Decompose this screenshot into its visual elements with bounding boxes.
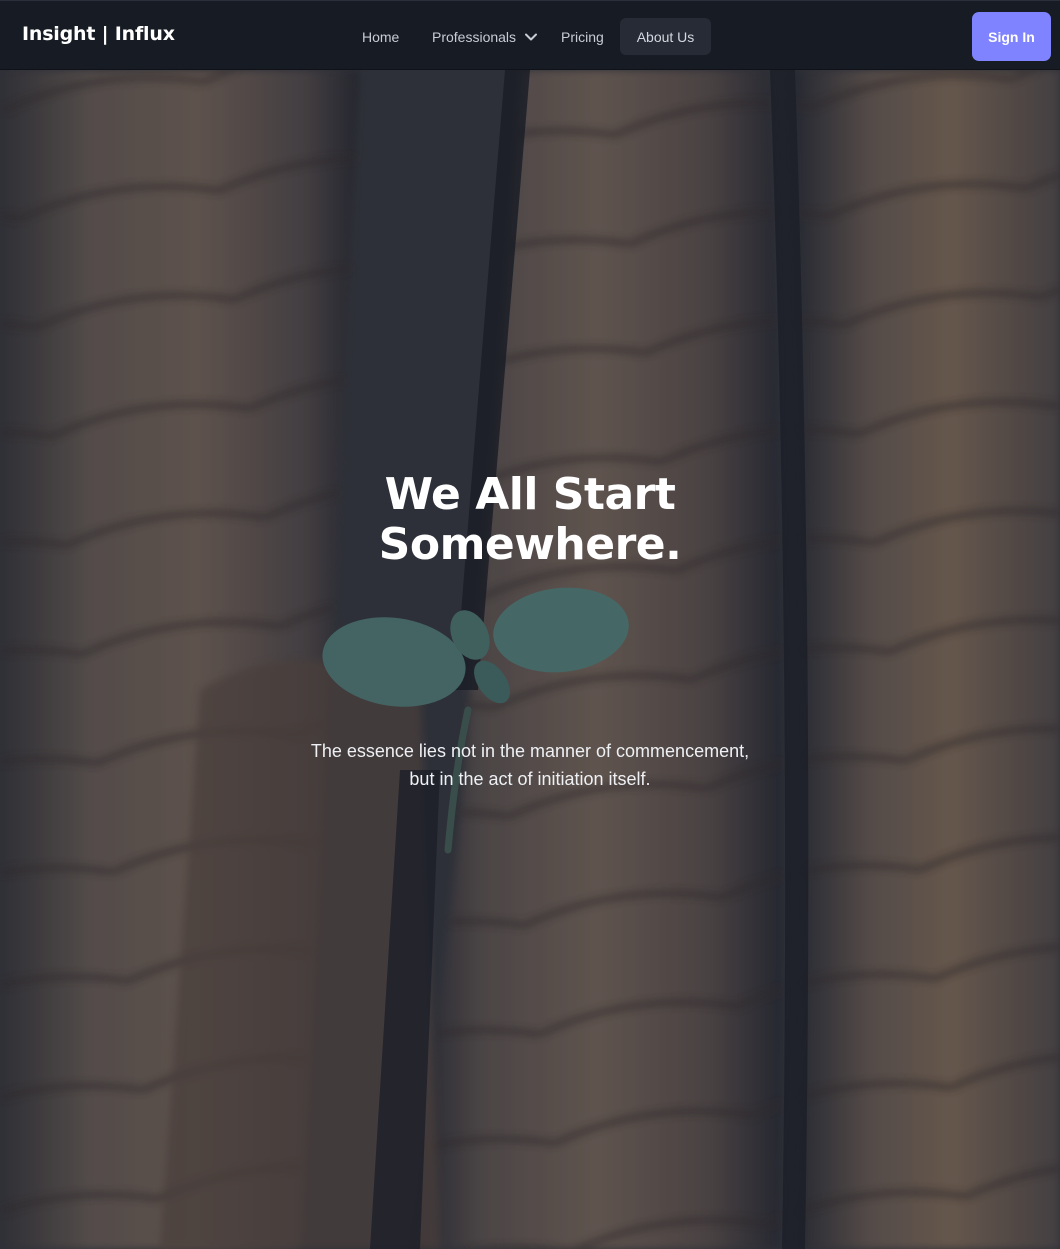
hero-headline-line: We All Start <box>384 469 676 520</box>
brand-logo[interactable]: Insight | Influx <box>22 23 175 45</box>
hero-headline: We All Start Somewhere. <box>0 470 1060 570</box>
nav-item-about-us[interactable]: About Us <box>620 18 711 55</box>
nav-item-label: About Us <box>636 28 695 45</box>
nav-item-label: Home <box>362 28 400 45</box>
hero-subtext-line: but in the act of initiation itself. <box>409 769 651 789</box>
hero-section: We All Start Somewhere. The essence lies… <box>0 70 1060 1249</box>
hero-headline-line: Somewhere. <box>378 519 682 570</box>
nav-item-label: Professionals <box>432 28 517 45</box>
hero-subtext: The essence lies not in the manner of co… <box>0 737 1060 793</box>
hero-subtext-line: The essence lies not in the manner of co… <box>310 741 750 761</box>
sign-in-button[interactable]: Sign In <box>972 12 1051 61</box>
hero-overlay <box>0 70 1060 1249</box>
nav-item-label: Pricing <box>561 28 604 45</box>
nav-item-professionals[interactable]: Professionals <box>416 18 553 55</box>
navbar: Insight | Influx Home Professionals Pric… <box>0 0 1060 70</box>
chevron-down-icon <box>525 33 538 41</box>
nav-item-pricing[interactable]: Pricing <box>545 18 620 55</box>
nav-item-home[interactable]: Home <box>346 18 415 55</box>
